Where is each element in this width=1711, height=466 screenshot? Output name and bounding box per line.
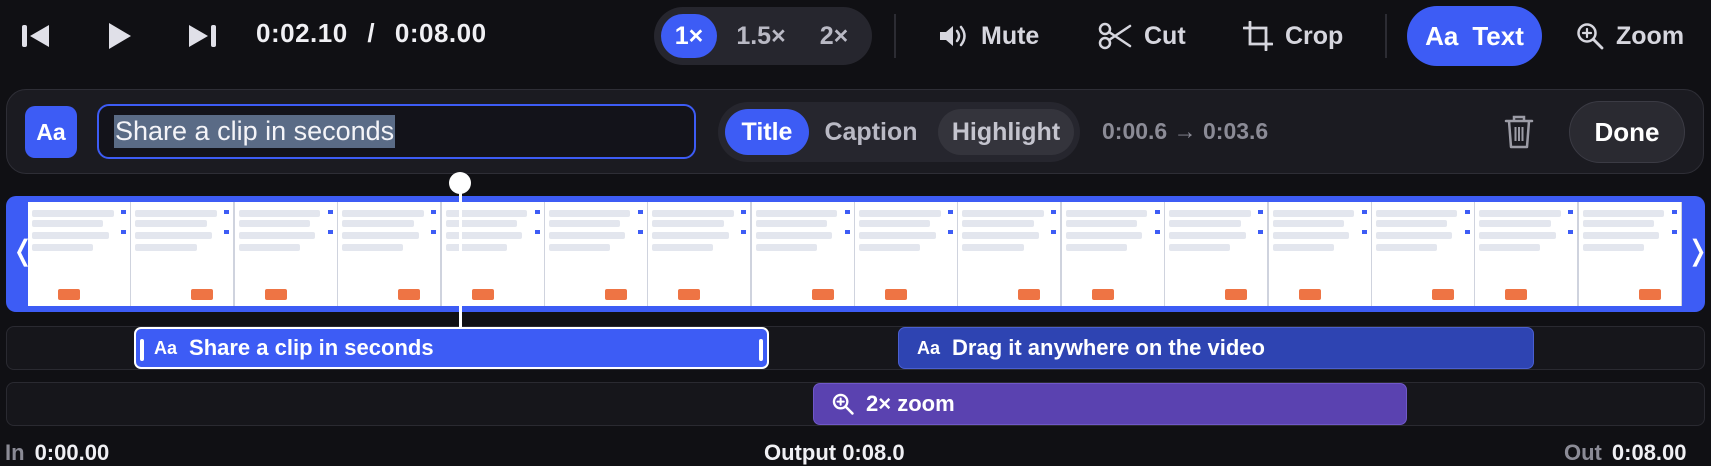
filmstrip-thumbnail [131, 202, 236, 306]
filmstrip-thumbnail [751, 202, 856, 306]
cut-label: Cut [1144, 21, 1186, 50]
output-duration: Output 0:08.0 [764, 440, 905, 465]
crop-icon [1243, 21, 1273, 51]
delete-button[interactable] [1502, 113, 1536, 151]
filmstrip-thumbnail [1475, 202, 1580, 306]
filmstrip-thumbnail [1371, 202, 1476, 306]
filmstrip-thumbnail [1578, 202, 1682, 306]
total-time: 0:08.00 [394, 18, 487, 48]
clip-start-grip[interactable] [140, 339, 144, 361]
clip-end-grip[interactable] [759, 339, 763, 361]
text-clip[interactable]: Aa Drag it anywhere on the video [898, 327, 1534, 369]
toolbar-divider [1385, 14, 1387, 58]
speed-selector: 1× 1.5× 2× [654, 7, 872, 65]
filmstrip-thumbnail [441, 202, 546, 306]
style-caption-button[interactable]: Caption [816, 109, 926, 155]
scissors-icon [1098, 22, 1132, 50]
text-clip-label: Share a clip in seconds [189, 335, 434, 360]
skip-forward-icon[interactable] [180, 14, 224, 58]
playhead[interactable] [459, 184, 462, 328]
filmstrip-thumbnail [1268, 202, 1373, 306]
toolbar: 0:02.10 / 0:08.00 1× 1.5× 2× Mute Cut Cr… [0, 0, 1711, 72]
mute-label: Mute [981, 21, 1040, 50]
text-clip-aa-icon: Aa [917, 337, 941, 358]
zoom-label: Zoom [1616, 21, 1685, 50]
play-icon[interactable] [97, 14, 141, 58]
zoom-in-icon [1577, 23, 1604, 50]
speaker-icon [940, 25, 966, 47]
crop-button[interactable]: Crop [1243, 10, 1343, 62]
zoom-button[interactable]: Zoom [1576, 10, 1684, 62]
style-highlight-button[interactable]: Highlight [938, 109, 1074, 155]
filmstrip-frames [28, 202, 1682, 306]
trash-icon [1504, 115, 1534, 149]
text-label: Text [1472, 20, 1524, 51]
mute-button[interactable]: Mute [937, 10, 1039, 62]
crop-label: Crop [1285, 21, 1344, 50]
speed-1-5x-button[interactable]: 1.5× [725, 14, 797, 58]
text-clip-selected[interactable]: Aa Share a clip in seconds [134, 327, 769, 369]
zoom-clip[interactable]: 2× zoom [813, 383, 1407, 425]
text-aa-icon: Aa [1425, 20, 1459, 51]
trim-end-handle[interactable]: ❭ [1686, 234, 1709, 267]
text-overlay-input[interactable]: Share a clip in seconds [97, 104, 696, 159]
style-title-button[interactable]: Title [725, 109, 809, 155]
filmstrip-thumbnail [1165, 202, 1270, 306]
in-label: In [5, 440, 25, 465]
text-time-range: 0:00.6 → 0:03.6 [1102, 118, 1269, 144]
speed-2x-button[interactable]: 2× [804, 14, 864, 58]
out-label: Out [1564, 440, 1602, 465]
out-point: Out 0:08.00 [1564, 440, 1687, 466]
toolbar-divider [894, 14, 896, 58]
speed-1x-button[interactable]: 1× [661, 14, 717, 58]
cut-button[interactable]: Cut [1098, 10, 1186, 62]
zoom-clip-label: 2× zoom [866, 391, 955, 416]
in-point: In 0:00.00 [5, 440, 109, 466]
skip-back-icon[interactable] [14, 14, 58, 58]
time-display: 0:02.10 / 0:08.00 [256, 18, 487, 49]
text-style-selector: Title Caption Highlight [718, 102, 1080, 162]
text-button[interactable]: Aa Text [1407, 6, 1542, 66]
current-time: 0:02.10 [256, 18, 348, 48]
playhead-handle[interactable] [449, 172, 471, 194]
filmstrip-thumbnail [1061, 202, 1166, 306]
zoom-in-icon [832, 393, 854, 415]
filmstrip-thumbnail [338, 202, 443, 306]
done-button[interactable]: Done [1569, 101, 1685, 163]
filmstrip-thumbnail [648, 202, 753, 306]
filmstrip-thumbnail [855, 202, 959, 306]
filmstrip-thumbnail [958, 202, 1063, 306]
out-time: 0:08.00 [1611, 440, 1687, 465]
filmstrip[interactable]: ❬ ❭ [6, 196, 1709, 312]
in-time: 0:00.00 [34, 440, 110, 465]
text-type-badge: Aa [25, 106, 77, 158]
filmstrip-thumbnail [544, 202, 649, 306]
text-clip-label: Drag it anywhere on the video [952, 335, 1265, 360]
filmstrip-thumbnail [28, 202, 132, 306]
filmstrip-thumbnail [234, 202, 339, 306]
text-clip-aa-icon: Aa [154, 337, 178, 358]
text-overlay-value[interactable]: Share a clip in seconds [114, 115, 396, 148]
time-separator: / [367, 18, 376, 48]
